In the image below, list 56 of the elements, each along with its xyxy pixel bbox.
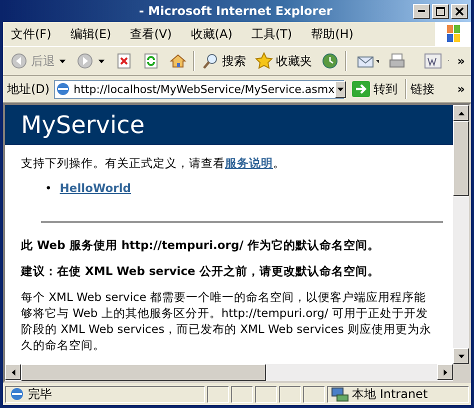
zone-text: 本地 Intranet: [352, 386, 428, 402]
horizontal-scrollbar[interactable]: [5, 364, 453, 381]
status-pane: [255, 386, 277, 402]
address-field[interactable]: http://localhost/MyWebService/MyService.asmx: [54, 80, 344, 98]
down-arrow-icon: [456, 352, 466, 360]
page-icon: [54, 81, 71, 97]
up-arrow-icon: [456, 110, 466, 116]
caret-icon: [336, 86, 345, 92]
notice-text: 建议：在使 XML Web service 公开之前，请更改默认命名空间。: [21, 263, 380, 279]
history-icon: [321, 52, 339, 70]
menu-item[interactable]: 收藏(A): [182, 26, 244, 42]
refresh-icon: [142, 52, 160, 70]
notice-text: 此 Web 服务使用 http://tempuri.org/ 作为它的默认命名空间。: [21, 237, 380, 253]
status-pane: [279, 386, 301, 402]
dropdown-button[interactable]: [334, 80, 346, 98]
page-heading: MyService: [5, 105, 453, 145]
minimize-icon: [418, 10, 425, 12]
status-pane: [207, 386, 229, 402]
favorites-button[interactable]: 收藏夹: [252, 52, 315, 70]
close-icon: [455, 6, 464, 16]
status-pane: [231, 386, 253, 402]
status-pane: [303, 386, 325, 402]
caret-icon: [97, 58, 106, 64]
maximize-icon: [436, 6, 445, 16]
left-arrow-icon: [10, 368, 16, 376]
home-icon: [169, 52, 187, 70]
go-button[interactable]: 转到: [348, 80, 401, 98]
search-button[interactable]: 搜索: [198, 52, 249, 70]
maximize-button[interactable]: [432, 4, 449, 18]
window-title: - Microsoft Internet Explorer: [139, 4, 334, 18]
search-icon: [201, 52, 219, 70]
links-label[interactable]: 链接: [410, 80, 435, 98]
caret-icon: [58, 58, 67, 64]
star-icon: [255, 52, 273, 70]
status-text: 完毕: [28, 386, 52, 402]
stop-icon: [115, 52, 133, 70]
printer-icon: [388, 52, 406, 70]
more-chevron[interactable]: »: [457, 82, 471, 96]
close-button[interactable]: [451, 4, 468, 18]
address-label: 地址(D): [7, 80, 50, 98]
bullet: •: [45, 181, 52, 195]
menu-item[interactable]: 文件(F): [3, 26, 62, 42]
paragraph: 每个 XML Web service 都需要一个唯一的命名空间，以便客户端应用程序能够将它与 Web 上的其他服务区分开。http://tempuri.org/ 可用于正处于开发阶段的 XML Web services，而已发布的 XML Web services 则应使用更为永久的命名空间。: [21, 289, 433, 353]
page-icon: [9, 386, 25, 402]
right-arrow-icon: [442, 368, 448, 376]
more-chevron[interactable]: »: [457, 54, 471, 68]
operation-link[interactable]: HelloWorld: [60, 181, 132, 195]
network-icon: [331, 386, 349, 402]
menu-item[interactable]: 编辑(E): [62, 26, 122, 42]
vertical-scrollbar[interactable]: [453, 105, 469, 381]
menu-item[interactable]: 查看(V): [122, 26, 183, 42]
menu-item[interactable]: 帮助(H): [303, 26, 364, 42]
intro-text: 支持下列操作。有关正式定义，请查看服务说明。: [21, 155, 286, 171]
minimize-button[interactable]: [413, 4, 430, 18]
menu-item[interactable]: 工具(T): [243, 26, 304, 42]
service-description-link[interactable]: 服务说明: [225, 156, 273, 170]
